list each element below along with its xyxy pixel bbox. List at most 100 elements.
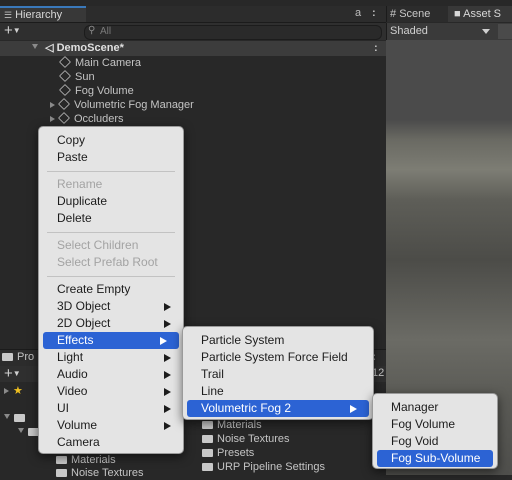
menu-item-audio[interactable]: Audio bbox=[39, 366, 183, 383]
menu-item-duplicate[interactable]: Duplicate bbox=[39, 193, 183, 210]
menu-item-light[interactable]: Light bbox=[39, 349, 183, 366]
shading-mode-dropdown[interactable]: Shaded bbox=[390, 24, 494, 39]
menu-item-label: Volume bbox=[57, 418, 98, 432]
folder-icon bbox=[14, 414, 25, 422]
menu-item-particle-system-force-field[interactable]: Particle System Force Field bbox=[183, 349, 373, 366]
hierarchy-item-main-camera[interactable]: Main Camera bbox=[58, 55, 142, 70]
menu-item-particle-system[interactable]: Particle System bbox=[183, 332, 373, 349]
project-add-button[interactable]: +▼ bbox=[4, 365, 21, 382]
folder-icon bbox=[2, 353, 13, 361]
menu-item-paste[interactable]: Paste bbox=[39, 149, 183, 166]
search-icon: ⚲ bbox=[88, 25, 96, 36]
menu-separator bbox=[47, 276, 175, 277]
folder-icon bbox=[202, 435, 213, 443]
search-input[interactable] bbox=[84, 25, 382, 40]
hierarchy-tab-label: Hierarchy bbox=[15, 9, 63, 21]
menu-item-label: 2D Object bbox=[57, 316, 111, 330]
menu-item-label: Audio bbox=[57, 367, 88, 381]
folder-icon bbox=[56, 469, 67, 477]
project-tree-item-noise-textures[interactable]: Noise Textures bbox=[56, 466, 144, 480]
expand-arrow-icon[interactable] bbox=[50, 102, 55, 108]
favorites-row[interactable]: ★ bbox=[4, 384, 23, 397]
hierarchy-item-volumetric-fog-manager[interactable]: Volumetric Fog Manager bbox=[50, 97, 194, 112]
menu-item-label: Volumetric Fog 2 bbox=[201, 401, 292, 415]
menu-item-rename: Rename bbox=[57, 177, 103, 191]
grid-icon: # bbox=[390, 8, 397, 20]
lock-icon[interactable]: a bbox=[355, 7, 361, 19]
menu-item-manager[interactable]: Manager bbox=[373, 399, 497, 416]
project-item-noise-textures[interactable]: Noise Textures bbox=[202, 432, 290, 446]
menu-separator bbox=[47, 171, 175, 172]
menu-item-video[interactable]: Video bbox=[39, 383, 183, 400]
chevron-down-icon bbox=[482, 29, 490, 34]
menu-item-delete[interactable]: Delete bbox=[39, 210, 183, 227]
assets-row[interactable] bbox=[4, 412, 29, 424]
unity-scene-icon: ◁ bbox=[45, 42, 54, 54]
expand-arrow-icon[interactable] bbox=[4, 388, 9, 394]
hierarchy-item-sun[interactable]: Sun bbox=[58, 69, 95, 84]
tab-asset-store-label: Asset S bbox=[463, 8, 502, 20]
gameobject-icon bbox=[58, 55, 72, 69]
search-placeholder: All bbox=[100, 26, 112, 37]
menu-item-label: Light bbox=[57, 350, 84, 364]
more-options-icon[interactable]: : bbox=[372, 7, 376, 19]
gameobject-icon bbox=[57, 111, 71, 125]
star-icon: ★ bbox=[13, 385, 23, 397]
tab-asset-store[interactable]: ■ Asset S bbox=[448, 6, 512, 22]
submenu-arrow-icon bbox=[164, 303, 171, 311]
tab-scene[interactable]: # Scene bbox=[390, 7, 430, 22]
scene-name: DemoScene* bbox=[56, 42, 124, 54]
hierarchy-item-label: Main Camera bbox=[75, 57, 142, 69]
project-item-label: Presets bbox=[217, 447, 255, 459]
project-tree-item-materials[interactable]: Materials bbox=[56, 453, 116, 467]
project-item-materials[interactable]: Materials bbox=[202, 418, 262, 432]
tab-project-label: Pro bbox=[17, 351, 35, 363]
menu-item-fog-void[interactable]: Fog Void bbox=[373, 433, 497, 450]
project-tree-label: Noise Textures bbox=[71, 467, 144, 479]
hierarchy-item-label: Sun bbox=[75, 71, 95, 83]
submenu-arrow-icon bbox=[350, 405, 357, 413]
project-item-label: URP Pipeline Settings bbox=[217, 461, 326, 473]
menu-item-line[interactable]: Line bbox=[183, 383, 373, 400]
project-item-urp-pipeline-settings[interactable]: URP Pipeline Settings bbox=[202, 460, 325, 474]
menu-item-camera[interactable]: Camera bbox=[39, 434, 183, 451]
submenu-arrow-icon bbox=[164, 371, 171, 379]
folder-icon bbox=[202, 421, 213, 429]
chevron-down-icon: ▼ bbox=[12, 26, 21, 35]
tab-hierarchy[interactable]: ☰ Hierarchy bbox=[0, 6, 86, 22]
expand-arrow-icon[interactable] bbox=[4, 414, 10, 419]
tab-scene-label: Scene bbox=[399, 8, 431, 20]
submenu-arrow-icon bbox=[164, 405, 171, 413]
menu-item-fog-volume[interactable]: Fog Volume bbox=[373, 416, 497, 433]
scene-root[interactable]: ◁ DemoScene* bbox=[32, 41, 124, 55]
menu-item-create-empty[interactable]: Create Empty bbox=[39, 281, 183, 298]
menu-item-select-children: Select Children bbox=[57, 238, 139, 252]
menu-item-3d-object[interactable]: 3D Object bbox=[39, 298, 183, 315]
folder-icon bbox=[202, 463, 213, 471]
expand-arrow-icon[interactable] bbox=[32, 44, 38, 49]
add-button[interactable]: +▼ bbox=[4, 22, 21, 39]
menu-item-label: Video bbox=[57, 384, 88, 398]
chevron-down-icon: ▼ bbox=[12, 369, 21, 378]
menu-item-effects[interactable]: Effects bbox=[43, 332, 179, 349]
toolbar-button[interactable] bbox=[498, 24, 512, 39]
submenu-arrow-icon bbox=[164, 388, 171, 396]
expand-arrow-icon[interactable] bbox=[18, 428, 24, 433]
menu-item-copy[interactable]: Copy bbox=[39, 132, 183, 149]
menu-item-volumetric-fog-2[interactable]: Volumetric Fog 2 bbox=[187, 400, 369, 417]
project-item-presets[interactable]: Presets bbox=[202, 446, 254, 460]
expand-arrow-icon[interactable] bbox=[50, 116, 55, 122]
project-tree-label: Materials bbox=[71, 454, 116, 466]
gameobject-icon bbox=[58, 69, 72, 83]
menu-item-volume[interactable]: Volume bbox=[39, 417, 183, 434]
menu-item-fog-sub-volume[interactable]: Fog Sub-Volume bbox=[377, 450, 493, 467]
hierarchy-item-occluders[interactable]: Occluders bbox=[50, 111, 124, 126]
menu-item-ui[interactable]: UI bbox=[39, 400, 183, 417]
menu-item-2d-object[interactable]: 2D Object bbox=[39, 315, 183, 332]
menu-item-label: UI bbox=[57, 401, 69, 415]
hierarchy-item-fog-volume[interactable]: Fog Volume bbox=[58, 83, 134, 98]
scene-more-icon[interactable]: : bbox=[374, 42, 378, 54]
menu-item-trail[interactable]: Trail bbox=[183, 366, 373, 383]
menu-item-label: 3D Object bbox=[57, 299, 111, 313]
tab-project[interactable]: Pro bbox=[2, 350, 34, 365]
